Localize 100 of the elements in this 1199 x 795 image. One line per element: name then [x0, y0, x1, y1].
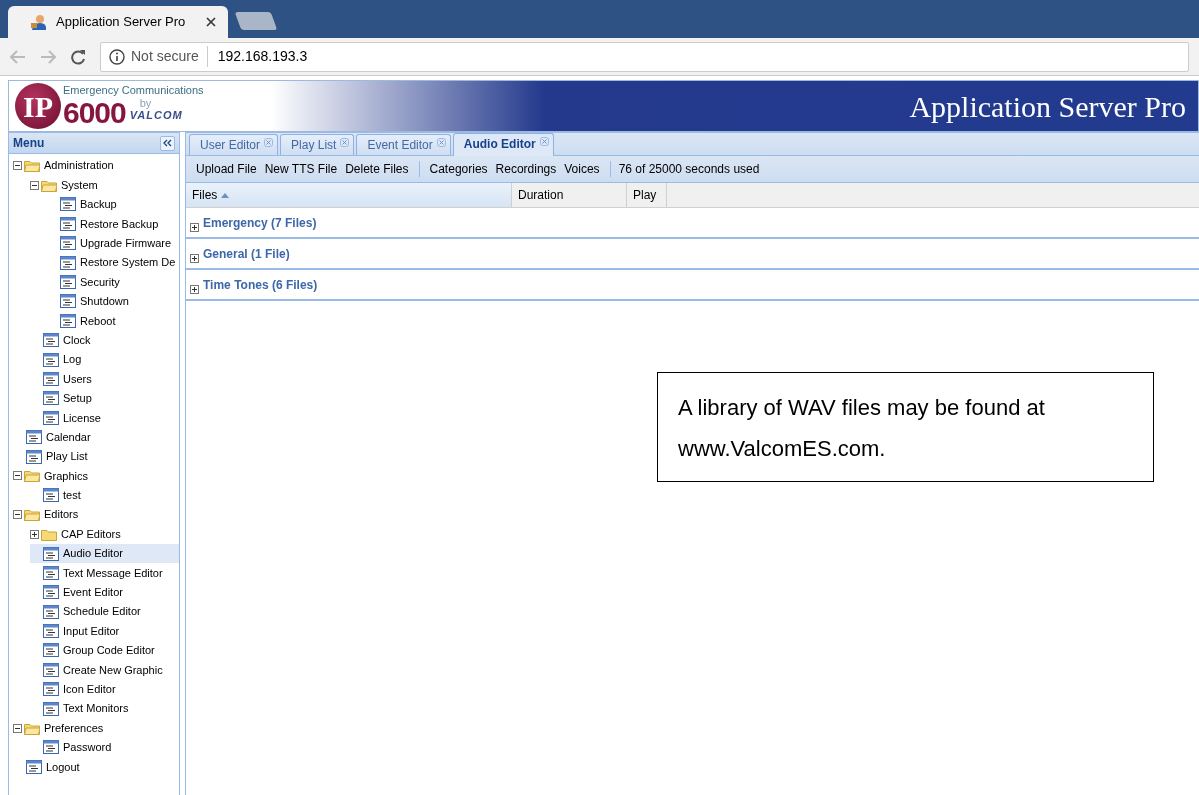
browser-tab[interactable]: Application Server Pro: [8, 6, 228, 38]
page-icon: [26, 759, 42, 774]
group-label[interactable]: Time Tones (6 Files): [203, 276, 318, 294]
double-chevron-icon: [163, 139, 172, 147]
tree-item[interactable]: Reboot: [47, 311, 179, 331]
page-icon: [43, 488, 59, 503]
minus-icon[interactable]: [13, 510, 22, 520]
plus-icon[interactable]: [190, 254, 199, 263]
column-header[interactable]: Files: [186, 183, 512, 207]
page-icon: [43, 662, 59, 677]
tree-item[interactable]: Create New Graphic: [30, 660, 179, 680]
tree-item[interactable]: System: [30, 175, 179, 195]
page-icon: [43, 546, 59, 561]
info-icon: [109, 48, 125, 65]
minus-icon[interactable]: [13, 723, 22, 733]
open-folder-icon: [41, 178, 57, 192]
menu-title: Menu: [13, 135, 45, 152]
page-icon: [26, 449, 42, 464]
minus-icon[interactable]: [13, 161, 22, 171]
page-icon: [60, 197, 76, 212]
page-icon: [60, 294, 76, 309]
editor-tab[interactable]: Audio Editor: [452, 133, 554, 156]
tree-item[interactable]: Shutdown: [47, 291, 179, 312]
tree-item[interactable]: Editors: [13, 505, 179, 525]
tree-item[interactable]: Schedule Editor: [30, 602, 179, 622]
toolbar-button[interactable]: Delete Files: [341, 160, 413, 178]
tree-item[interactable]: Setup: [30, 388, 179, 409]
page-icon: [43, 701, 59, 716]
tree-item[interactable]: Backup: [47, 194, 179, 215]
tree-item[interactable]: Security: [47, 272, 179, 292]
tree-item[interactable]: Preferences: [13, 718, 179, 738]
page-icon: [43, 604, 59, 619]
tree-item[interactable]: Restore Backup: [47, 214, 179, 234]
plus-icon[interactable]: [30, 529, 39, 539]
group-label[interactable]: Emergency (7 Files): [203, 214, 317, 232]
tree-item[interactable]: Event Editor: [30, 582, 179, 602]
tree-item[interactable]: License: [30, 408, 179, 428]
tree-item[interactable]: Restore System De: [47, 252, 179, 273]
logo-by: by: [138, 96, 153, 109]
plus-icon[interactable]: [190, 223, 199, 232]
tab-title: Application Server Pro: [56, 13, 187, 32]
tree-item[interactable]: Audio Editor: [30, 543, 179, 564]
toolbar-button[interactable]: Upload File: [192, 160, 261, 178]
tree-item[interactable]: CAP Editors: [30, 524, 179, 544]
page-icon: [43, 585, 59, 600]
tree-item[interactable]: Log: [30, 349, 179, 370]
tree-item[interactable]: Upgrade Firmware: [47, 233, 179, 253]
tree-item[interactable]: Clock: [30, 330, 179, 350]
toolbar-button[interactable]: New TTS File: [260, 160, 342, 178]
tree-item[interactable]: Play List: [13, 446, 179, 467]
tree-item[interactable]: Password: [30, 737, 179, 758]
page-icon: [43, 410, 59, 425]
page-icon: [43, 682, 59, 697]
plus-icon[interactable]: [190, 285, 199, 294]
usage-text: 76 of 25000 seconds used: [617, 161, 760, 178]
address-bar[interactable]: Not secure 192.168.193.3: [100, 41, 1189, 72]
editor-tab[interactable]: User Editor: [189, 134, 279, 155]
folder-icon: [41, 527, 57, 541]
tree-item[interactable]: test: [30, 485, 179, 506]
tree-item[interactable]: Logout: [13, 757, 179, 777]
page-icon: [60, 313, 76, 328]
person-icon: [30, 14, 48, 30]
reload-icon[interactable]: [70, 48, 86, 65]
app-title: Application Server Pro: [908, 88, 1187, 125]
toolbar-button[interactable]: Recordings: [491, 160, 561, 178]
collapse-button[interactable]: [160, 135, 175, 151]
page-icon: [43, 624, 59, 639]
page-icon: [43, 643, 59, 658]
column-header[interactable]: Play: [627, 183, 667, 207]
page-icon: [43, 333, 59, 348]
logo-letters: IP: [15, 83, 61, 129]
group-label[interactable]: General (1 File): [203, 245, 290, 263]
open-folder-icon: [24, 721, 40, 735]
column-header[interactable]: Duration: [512, 183, 627, 207]
minus-icon[interactable]: [13, 471, 22, 481]
logo-number: 6000: [63, 96, 126, 129]
tree-item[interactable]: Administration: [13, 156, 179, 176]
tree-item[interactable]: Group Code Editor: [30, 640, 179, 661]
tree-item[interactable]: Calendar: [13, 427, 179, 447]
logo-brand: VALCOM: [129, 108, 183, 121]
open-folder-icon: [24, 469, 40, 483]
close-icon[interactable]: [206, 17, 216, 27]
security-label: Not secure: [131, 46, 208, 67]
page-icon: [43, 740, 59, 755]
toolbar-button[interactable]: Categories: [425, 160, 492, 178]
tree-item[interactable]: Input Editor: [30, 621, 179, 641]
minus-icon[interactable]: [30, 180, 39, 190]
logo-tagline: Emergency Communications: [63, 83, 204, 97]
tree-item[interactable]: Text Monitors: [30, 698, 179, 719]
page-icon: [43, 352, 59, 367]
tree-item[interactable]: Icon Editor: [30, 679, 179, 699]
tree-item[interactable]: Graphics: [13, 466, 179, 486]
tree-item[interactable]: Users: [30, 369, 179, 389]
editor-tab[interactable]: Play List: [280, 134, 355, 155]
new-tab-button[interactable]: [234, 12, 278, 30]
page-icon: [43, 372, 59, 386]
toolbar-button[interactable]: Voices: [560, 160, 604, 178]
editor-tab[interactable]: Event Editor: [356, 134, 451, 155]
tree-item[interactable]: Text Message Editor: [30, 563, 179, 583]
page-icon: [43, 391, 59, 406]
